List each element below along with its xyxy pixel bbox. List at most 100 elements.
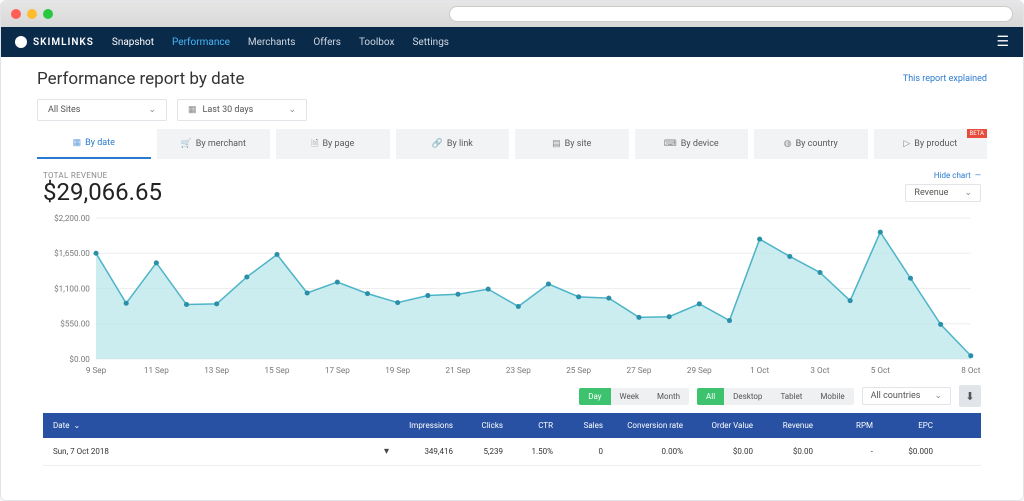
maximize-window-button[interactable] (43, 9, 53, 19)
granularity-week[interactable]: Week (611, 388, 649, 405)
svg-text:9 Sep: 9 Sep (86, 366, 107, 375)
page-title: Performance report by date (37, 69, 245, 89)
cart-icon: 🛒 (181, 139, 192, 149)
row-conversion: 0.00% (603, 447, 683, 456)
logo-icon (15, 36, 27, 48)
brand-logo[interactable]: SKIMLINKS (15, 36, 94, 48)
country-value: All countries (871, 391, 921, 401)
tab-by-page[interactable]: 🗎 By page (276, 129, 390, 159)
tab-by-link[interactable]: 🔗 By link (396, 129, 510, 159)
svg-text:1 Oct: 1 Oct (750, 366, 769, 375)
chevron-down-icon: ⌄ (148, 105, 156, 115)
link-icon: 🔗 (432, 139, 443, 149)
metric-value: Revenue (914, 188, 948, 198)
th-order-value[interactable]: Order Value (683, 421, 753, 430)
row-ctr: 1.50% (503, 447, 553, 456)
tab-by-product[interactable]: ▷ By product BETA (874, 129, 988, 159)
row-sales: 0 (553, 447, 603, 456)
tab-by-merchant[interactable]: 🛒 By merchant (157, 129, 271, 159)
th-clicks[interactable]: Clicks (453, 421, 503, 430)
globe-icon: ◍ (784, 139, 792, 149)
row-revenue: $0.00 (753, 447, 813, 456)
beta-badge: BETA (967, 129, 987, 138)
site-selector[interactable]: All Sites ⌄ (37, 99, 167, 121)
nav-merchants[interactable]: Merchants (248, 37, 295, 48)
svg-text:$0.00: $0.00 (69, 355, 90, 364)
th-conversion[interactable]: Conversion rate (603, 421, 683, 430)
minimize-window-button[interactable] (27, 9, 37, 19)
nav-toolbox[interactable]: Toolbox (359, 37, 395, 48)
device-filter-toggle: AllDesktopTabletMobile (697, 388, 854, 405)
nav-snapshot[interactable]: Snapshot (112, 37, 154, 48)
svg-text:19 Sep: 19 Sep (385, 366, 410, 375)
close-window-button[interactable] (11, 9, 21, 19)
row-order-value: $0.00 (683, 447, 753, 456)
tab-by-device[interactable]: ⌨ By device (635, 129, 749, 159)
svg-text:13 Sep: 13 Sep (204, 366, 229, 375)
nav-settings[interactable]: Settings (412, 37, 449, 48)
svg-text:3 Oct: 3 Oct (810, 366, 829, 375)
device-tablet[interactable]: Tablet (771, 388, 811, 405)
sort-chevron-icon: ⌄ (73, 421, 80, 430)
tab-label: By merchant (196, 139, 246, 149)
site-selector-value: All Sites (48, 105, 80, 115)
chevron-down-icon: ⌄ (934, 391, 942, 401)
svg-text:21 Sep: 21 Sep (446, 366, 471, 375)
th-date[interactable]: Date ⌄ (53, 421, 393, 430)
tab-label: By product (914, 139, 957, 149)
svg-text:23 Sep: 23 Sep (506, 366, 531, 375)
page-icon: 🗎 (311, 136, 318, 152)
tab-by-site[interactable]: ▤ By site (515, 129, 629, 159)
tab-label: By site (565, 139, 592, 149)
granularity-month[interactable]: Month (648, 388, 689, 405)
row-clicks: 5,239 (453, 447, 503, 456)
hide-chart-toggle[interactable]: Hide chart — (934, 171, 981, 180)
granularity-toggle: DayWeekMonth (579, 388, 689, 405)
row-impressions: 349,416 (393, 447, 453, 456)
country-selector[interactable]: All countries ⌄ (862, 387, 951, 405)
total-revenue-value: $29,066.65 (43, 178, 162, 206)
table-header-row: Date ⌄ Impressions Clicks CTR Sales Conv… (43, 413, 981, 438)
hide-chart-label: Hide chart (934, 171, 971, 180)
tab-by-country[interactable]: ◍By country (754, 129, 868, 159)
nav-performance[interactable]: Performance (172, 37, 230, 48)
th-sales[interactable]: Sales (553, 421, 603, 430)
tab-by-date[interactable]: ▦By date (37, 129, 151, 159)
device-mobile[interactable]: Mobile (811, 388, 853, 405)
tag-icon: ▷ (903, 139, 910, 149)
nav-offers[interactable]: Offers (313, 37, 341, 48)
granularity-day[interactable]: Day (579, 388, 610, 405)
th-revenue[interactable]: Revenue (753, 421, 813, 430)
device-icon: ⌨ (664, 139, 677, 149)
report-explained-link[interactable]: This report explained (903, 74, 987, 84)
window-title-bar (1, 1, 1023, 27)
row-date: Sun, 7 Oct 2018 (53, 447, 109, 456)
tab-label: By device (681, 139, 719, 149)
svg-text:15 Sep: 15 Sep (265, 366, 290, 375)
th-impressions[interactable]: Impressions (393, 421, 453, 430)
menu-icon[interactable]: ☰ (996, 34, 1009, 50)
url-bar[interactable] (449, 6, 1013, 22)
device-desktop[interactable]: Desktop (724, 388, 771, 405)
main-nav: SKIMLINKS Snapshot Performance Merchants… (1, 27, 1023, 57)
date-range-selector[interactable]: ▦ Last 30 days ⌄ (177, 99, 307, 121)
chevron-down-icon: ⌄ (964, 188, 972, 198)
tab-label: By link (447, 139, 473, 149)
device-all[interactable]: All (697, 388, 724, 405)
th-ctr[interactable]: CTR (503, 421, 553, 430)
th-rpm[interactable]: RPM (813, 421, 873, 430)
table-row[interactable]: Sun, 7 Oct 2018 ▾ 349,416 5,239 1.50% 0 … (43, 438, 981, 466)
download-button[interactable]: ⬇ (959, 385, 981, 407)
date-range-value: Last 30 days (203, 105, 254, 115)
svg-text:5 Oct: 5 Oct (871, 366, 890, 375)
svg-text:$1,100.00: $1,100.00 (54, 285, 90, 294)
site-icon: ▤ (552, 139, 561, 149)
tab-label: By page (322, 139, 354, 149)
th-epc[interactable]: EPC (873, 421, 933, 430)
minus-icon: — (975, 171, 981, 180)
svg-text:$550.00: $550.00 (60, 320, 90, 329)
filter-icon[interactable]: ▾ (384, 446, 389, 457)
row-epc: $0.000 (873, 447, 933, 456)
svg-text:11 Sep: 11 Sep (144, 366, 169, 375)
metric-selector[interactable]: Revenue ⌄ (905, 184, 981, 202)
